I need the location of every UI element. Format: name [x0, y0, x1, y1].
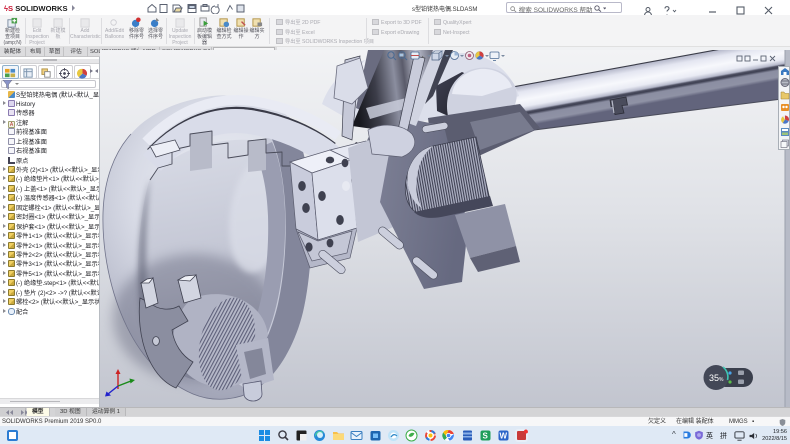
- svg-text:W: W: [500, 431, 508, 440]
- svg-text:S: S: [483, 431, 489, 440]
